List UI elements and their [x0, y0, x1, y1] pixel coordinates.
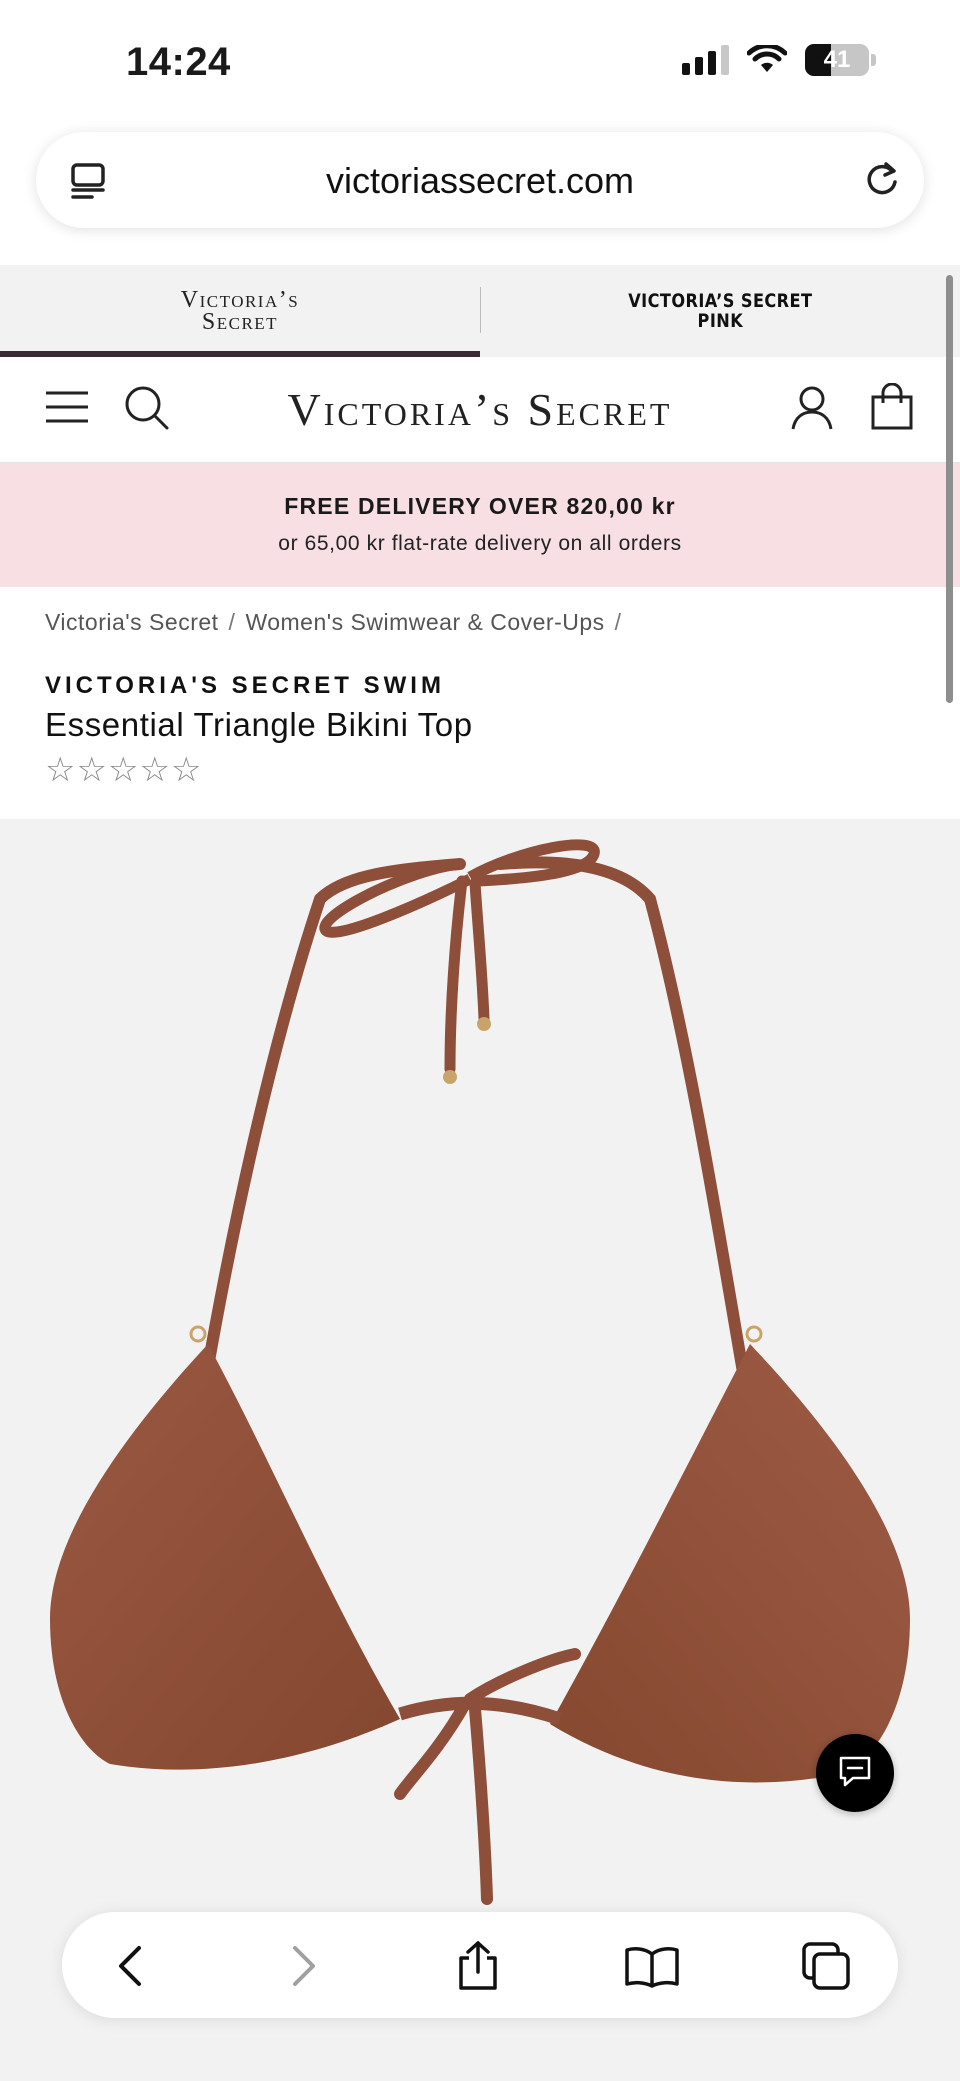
reload-icon[interactable] [862, 160, 902, 205]
bookmarks-icon[interactable] [624, 1938, 680, 1994]
vs-tab-line1: Victoria’s [180, 287, 300, 313]
star-icon: ☆ [76, 750, 107, 790]
address-bar[interactable]: victoriassecret.com [36, 132, 924, 228]
wifi-icon [747, 45, 787, 72]
breadcrumb-swimwear[interactable]: Women's Swimwear & Cover-Ups [245, 609, 604, 636]
browser-chrome: victoriassecret.com [0, 130, 960, 265]
pink-tab-line2: PINK [697, 310, 743, 332]
star-icon: ☆ [107, 750, 139, 790]
bikini-top-image [50, 839, 910, 1905]
promo-banner[interactable]: FREE DELIVERY OVER 820,00 kr or 65,00 kr… [0, 463, 960, 587]
breadcrumb-home[interactable]: Victoria's Secret [45, 609, 219, 636]
url-text: victoriassecret.com [325, 160, 635, 201]
breadcrumb-separator: / [614, 609, 622, 635]
forward-icon[interactable] [276, 1938, 332, 1994]
tab-pink[interactable]: VICTORIA’S SECRET PINK [480, 265, 960, 357]
product-info: Victoria's Secret / Women's Swimwear & C… [0, 587, 960, 819]
product-title: Essential Triangle Bikini Top [45, 706, 473, 743]
shopping-bag-icon[interactable] [870, 382, 914, 436]
battery-icon: 41 [805, 44, 869, 76]
brand-tabs: Victoria’s Secret VICTORIA’S SECRET PINK [0, 265, 960, 357]
tab-divider [480, 287, 481, 333]
browser-toolbar [62, 1912, 898, 2018]
tab-victorias-secret[interactable]: Victoria’s Secret [0, 265, 480, 357]
promo-subtext: or 65,00 kr flat-rate delivery on all or… [278, 532, 682, 555]
share-icon[interactable] [450, 1938, 506, 1994]
scroll-indicator [946, 275, 953, 703]
account-icon[interactable] [790, 385, 834, 436]
status-time: 14:24 [126, 40, 231, 84]
promo-headline: FREE DELIVERY OVER 820,00 kr [284, 493, 676, 519]
star-icon: ☆ [170, 750, 202, 790]
cellular-signal-icon [682, 45, 729, 75]
star-icon: ☆ [139, 750, 170, 790]
status-icons: 41 [682, 44, 876, 76]
rating-stars[interactable]: ☆ ☆ ☆ ☆ ☆ [45, 752, 960, 788]
status-bar: 14:24 41 [0, 0, 960, 130]
pink-tab-line1: VICTORIA’S SECRET [627, 290, 813, 312]
breadcrumb: Victoria's Secret / Women's Swimwear & C… [45, 609, 960, 636]
battery-level: 41 [823, 46, 851, 73]
tab-switcher-icon[interactable] [798, 1938, 854, 1994]
breadcrumb-separator: / [228, 609, 236, 635]
product-brand: VICTORIA'S SECRET SWIM [45, 672, 445, 699]
product-image[interactable] [0, 819, 960, 2081]
chat-button[interactable] [816, 1734, 894, 1812]
back-icon[interactable] [102, 1938, 158, 1994]
star-icon: ☆ [45, 750, 76, 790]
vs-tab-line2: Secret [201, 309, 279, 335]
chat-icon [837, 1754, 873, 1793]
site-header: Victoria’s Secret [0, 357, 960, 463]
